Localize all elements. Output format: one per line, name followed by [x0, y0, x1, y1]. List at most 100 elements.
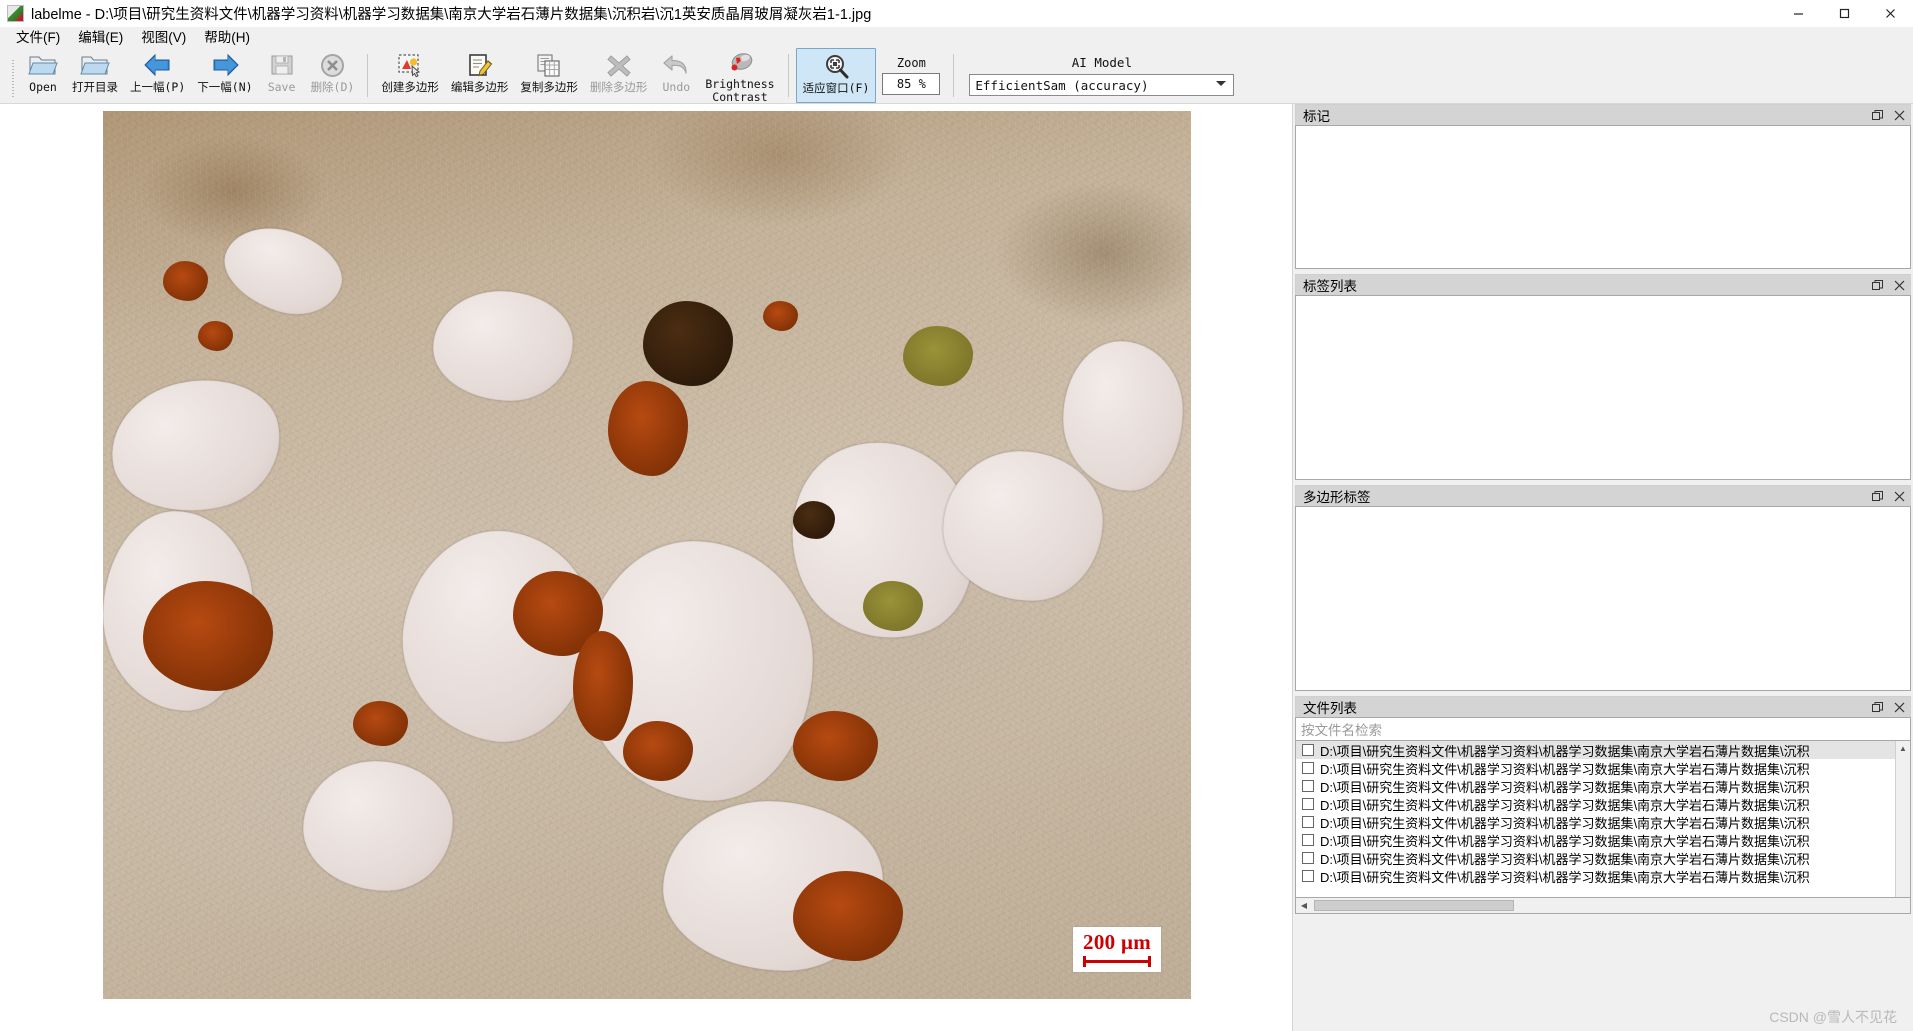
maximize-button[interactable]: [1821, 0, 1867, 27]
toolbar-separator: [367, 54, 369, 97]
scale-bar-rule: [1083, 956, 1151, 967]
title-bar: labelme - D:\项目\研究生资料文件\机器学习资料\机器学习数据集\南…: [0, 0, 1913, 27]
list-item[interactable]: D:\项目\研究生资料文件\机器学习资料\机器学习数据集\南京大学岩石薄片数据集…: [1296, 849, 1910, 867]
scroll-left-icon[interactable]: ◀: [1296, 901, 1312, 910]
panel-label-list-body[interactable]: [1295, 295, 1911, 480]
panel-flags-body[interactable]: [1295, 125, 1911, 269]
toolbar-prev-image-button[interactable]: 上一幅(P): [124, 48, 191, 103]
file-list[interactable]: D:\项目\研究生资料文件\机器学习资料\机器学习数据集\南京大学岩石薄片数据集…: [1295, 740, 1911, 898]
file-path: D:\项目\研究生资料文件\机器学习资料\机器学习数据集\南京大学岩石薄片数据集…: [1320, 761, 1810, 777]
toolbar-create-polygon-button[interactable]: 创建多边形: [375, 48, 445, 103]
altered-grain: [863, 581, 923, 631]
file-path: D:\项目\研究生资料文件\机器学习资料\机器学习数据集\南京大学岩石薄片数据集…: [1320, 815, 1810, 831]
open-folder-icon: [28, 50, 58, 80]
mineral-grain: [303, 761, 453, 891]
file-path: D:\项目\研究生资料文件\机器学习资料\机器学习数据集\南京大学岩石薄片数据集…: [1320, 779, 1810, 795]
toolbar-edit-polygon-button[interactable]: 编辑多边形: [445, 48, 515, 103]
file-checkbox[interactable]: [1302, 762, 1314, 774]
file-checkbox[interactable]: [1302, 780, 1314, 792]
file-path: D:\项目\研究生资料文件\机器学习资料\机器学习数据集\南京大学岩石薄片数据集…: [1320, 833, 1810, 849]
file-checkbox[interactable]: [1302, 870, 1314, 882]
edit-polygon-icon: [466, 50, 494, 80]
panel-file-list: 文件列表 按文件名检索 D:\项目\研究生资料文件\机器学习资料\机器学习数据集…: [1295, 696, 1911, 1029]
iron-oxide-spot: [143, 581, 273, 691]
file-checkbox[interactable]: [1302, 798, 1314, 810]
toolbar-brightness-contrast-button[interactable]: Brightness Contrast: [699, 48, 780, 103]
open-folder-icon: [80, 50, 110, 80]
list-item[interactable]: D:\项目\研究生资料文件\机器学习资料\机器学习数据集\南京大学岩石薄片数据集…: [1296, 777, 1910, 795]
circle-x-icon: [319, 50, 346, 80]
list-item[interactable]: D:\项目\研究生资料文件\机器学习资料\机器学习数据集\南京大学岩石薄片数据集…: [1296, 795, 1910, 813]
toolbar-open-label: Open: [29, 80, 57, 94]
file-checkbox[interactable]: [1302, 852, 1314, 864]
toolbar-next-image-button[interactable]: 下一幅(N): [191, 48, 258, 103]
minimize-button[interactable]: [1775, 0, 1821, 27]
list-item[interactable]: D:\项目\研究生资料文件\机器学习资料\机器学习数据集\南京大学岩石薄片数据集…: [1296, 813, 1910, 831]
file-path: D:\项目\研究生资料文件\机器学习资料\机器学习数据集\南京大学岩石薄片数据集…: [1320, 851, 1810, 867]
toolbar-copy-polygon-label: 复制多边形: [520, 80, 578, 94]
toolbar-open-dir-label: 打开目录: [72, 80, 118, 94]
list-item[interactable]: D:\项目\研究生资料文件\机器学习资料\机器学习数据集\南京大学岩石薄片数据集…: [1296, 867, 1910, 885]
ai-model-value: EfficientSam (accuracy): [975, 77, 1149, 93]
zoom-input[interactable]: 85 %: [882, 73, 941, 95]
x-mark-icon: [605, 50, 633, 80]
close-icon[interactable]: [1888, 697, 1910, 718]
toolbar-delete-polygon-label: 删除多边形: [589, 80, 648, 94]
scrollbar-thumb[interactable]: [1314, 900, 1514, 911]
iron-oxide-spot: [608, 381, 688, 476]
list-item[interactable]: D:\项目\研究生资料文件\机器学习资料\机器学习数据集\南京大学岩石薄片数据集…: [1296, 759, 1910, 777]
ai-model-select[interactable]: EfficientSam (accuracy): [969, 74, 1235, 96]
file-search-row[interactable]: 按文件名检索: [1295, 717, 1911, 740]
file-path: D:\项目\研究生资料文件\机器学习资料\机器学习数据集\南京大学岩石薄片数据集…: [1320, 869, 1810, 885]
file-checkbox[interactable]: [1302, 744, 1314, 756]
window-controls: [1775, 0, 1913, 27]
file-checkbox[interactable]: [1302, 834, 1314, 846]
toolbar-open-dir-button[interactable]: 打开目录: [66, 48, 124, 103]
restore-icon[interactable]: [1866, 697, 1888, 718]
scale-bar: 200 μm: [1073, 927, 1161, 972]
mineral-grain: [1063, 341, 1183, 491]
restore-icon[interactable]: [1866, 105, 1888, 126]
file-path: D:\项目\研究生资料文件\机器学习资料\机器学习数据集\南京大学岩石薄片数据集…: [1320, 743, 1810, 759]
menu-help[interactable]: 帮助(H): [195, 27, 259, 48]
mineral-grain: [433, 291, 573, 401]
scroll-up-icon[interactable]: ▲: [1896, 741, 1910, 756]
file-search-input[interactable]: 按文件名检索: [1301, 719, 1382, 739]
toolbar-separator: [787, 54, 789, 97]
image-canvas-pane[interactable]: 200 μm: [0, 104, 1293, 1031]
toolbar-fit-window-button[interactable]: 适应窗口(F): [795, 48, 877, 103]
toolbar-fit-window-label: 适应窗口(F): [802, 81, 870, 95]
thin-section-image[interactable]: 200 μm: [103, 111, 1191, 999]
close-icon[interactable]: [1888, 486, 1910, 507]
close-button[interactable]: [1867, 0, 1913, 27]
toolbar-next-image-label: 下一幅(N): [197, 80, 253, 94]
close-icon[interactable]: [1888, 275, 1910, 296]
toolbar-delete-button[interactable]: 删除(D): [305, 48, 361, 103]
altered-grain: [903, 326, 973, 386]
restore-icon[interactable]: [1866, 275, 1888, 296]
restore-icon[interactable]: [1866, 486, 1888, 507]
list-item[interactable]: D:\项目\研究生资料文件\机器学习资料\机器学习数据集\南京大学岩石薄片数据集…: [1296, 741, 1910, 759]
file-list-vertical-scrollbar[interactable]: ▲: [1895, 741, 1910, 897]
toolbar-prev-image-label: 上一幅(P): [130, 80, 186, 94]
menu-edit[interactable]: 编辑(E): [69, 27, 132, 48]
close-icon[interactable]: [1888, 105, 1910, 126]
file-list-horizontal-scrollbar[interactable]: ◀: [1295, 898, 1911, 914]
mineral-grain: [943, 451, 1103, 601]
toolbar-undo-button[interactable]: Undo: [653, 48, 699, 103]
panel-flags-title: 标记: [1303, 109, 1330, 124]
chevron-down-icon: [1216, 81, 1227, 86]
file-checkbox[interactable]: [1302, 816, 1314, 828]
toolbar-edit-polygon-label: 编辑多边形: [450, 80, 509, 94]
list-item[interactable]: D:\项目\研究生资料文件\机器学习资料\机器学习数据集\南京大学岩石薄片数据集…: [1296, 831, 1910, 849]
toolbar-save-button[interactable]: Save: [259, 48, 305, 103]
toolbar-copy-polygon-button[interactable]: 复制多边形: [514, 48, 584, 103]
create-polygon-icon: [396, 50, 424, 80]
toolbar-delete-polygon-button[interactable]: 删除多边形: [584, 48, 654, 103]
toolbar-open-button[interactable]: Open: [20, 48, 66, 103]
toolbar-drag-handle[interactable]: [10, 54, 17, 98]
menu-view[interactable]: 视图(V): [132, 27, 195, 48]
menu-file[interactable]: 文件(F): [7, 27, 69, 48]
panel-polygon-labels-body[interactable]: [1295, 506, 1911, 691]
copy-polygon-icon: [535, 50, 563, 80]
